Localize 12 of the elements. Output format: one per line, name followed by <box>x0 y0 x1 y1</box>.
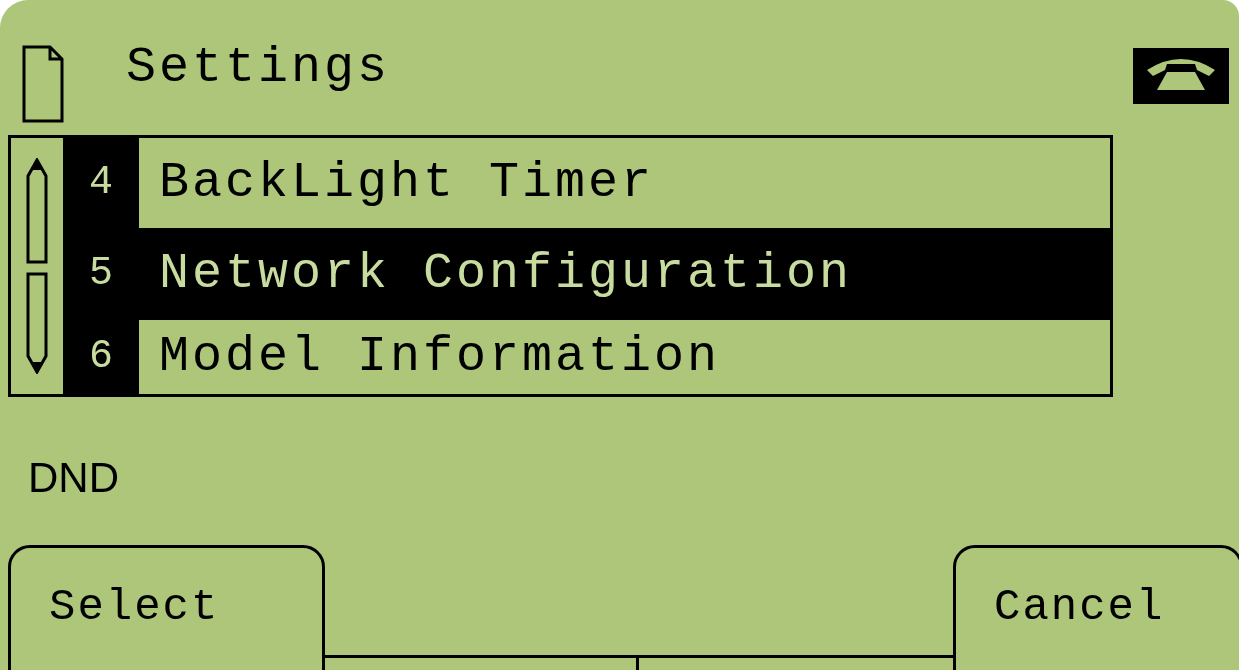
scrollbar-icon <box>24 158 50 374</box>
status-label: DND <box>28 457 119 499</box>
menu-item[interactable]: BackLight Timer <box>139 138 1110 228</box>
item-number: 5 <box>88 254 114 294</box>
item-number: 4 <box>88 163 114 203</box>
softkey-button[interactable]: Select <box>8 545 325 670</box>
menu-item[interactable]: Model Information <box>139 320 1110 394</box>
softkey-button[interactable]: Cancel <box>953 545 1239 670</box>
phone-icon <box>1133 48 1229 104</box>
screen-title: Settings <box>126 43 391 93</box>
document-icon <box>22 45 64 123</box>
item-number: 6 <box>88 337 114 377</box>
